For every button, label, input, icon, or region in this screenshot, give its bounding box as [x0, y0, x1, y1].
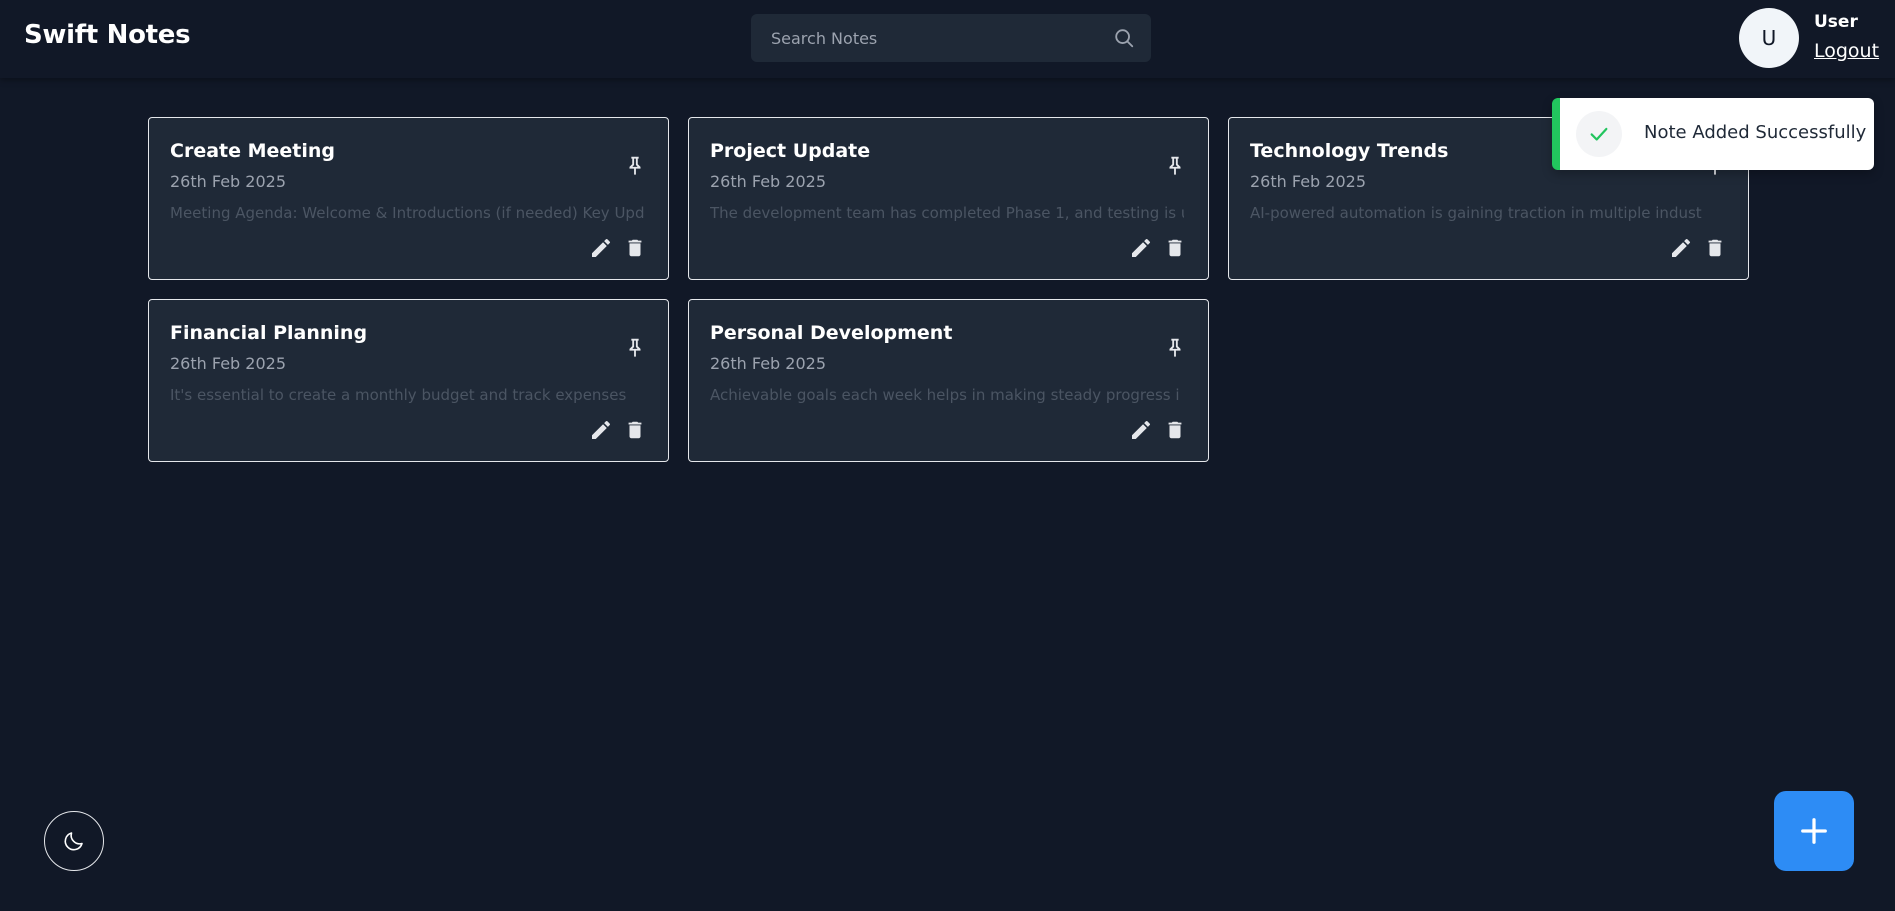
check-icon — [1576, 111, 1622, 157]
pin-icon[interactable] — [1164, 335, 1186, 359]
search-input[interactable] — [751, 14, 1101, 62]
edit-icon[interactable] — [589, 418, 613, 442]
note-card[interactable]: Create Meeting 26th Feb 2025 Meeting Age… — [148, 117, 669, 280]
note-card[interactable]: Project Update 26th Feb 2025 The develop… — [688, 117, 1209, 280]
note-card[interactable]: Personal Development 26th Feb 2025 Achie… — [688, 299, 1209, 462]
delete-icon[interactable] — [1164, 418, 1186, 442]
note-content: It's essential to create a monthly budge… — [170, 386, 627, 404]
delete-icon[interactable] — [1704, 236, 1726, 260]
note-content: The development team has completed Phase… — [710, 204, 1184, 222]
edit-icon[interactable] — [1129, 236, 1153, 260]
note-card[interactable]: Financial Planning 26th Feb 2025 It's es… — [148, 299, 669, 462]
note-date: 26th Feb 2025 — [710, 172, 826, 191]
edit-icon[interactable] — [1669, 236, 1693, 260]
note-title: Create Meeting — [170, 140, 336, 162]
moon-icon — [64, 832, 83, 851]
add-note-button[interactable] — [1774, 791, 1854, 871]
logout-link[interactable]: Logout — [1814, 40, 1879, 62]
note-content: AI-powered automation is gaining tractio… — [1250, 204, 1702, 222]
note-title: Technology Trends — [1250, 140, 1449, 162]
user-name: User — [1814, 12, 1858, 32]
delete-icon[interactable] — [624, 236, 646, 260]
search-icon[interactable] — [1113, 27, 1135, 49]
theme-toggle-button[interactable] — [44, 811, 104, 871]
toast-message: Note Added Successfully — [1644, 122, 1867, 143]
delete-icon[interactable] — [1164, 236, 1186, 260]
note-date: 26th Feb 2025 — [710, 354, 826, 373]
edit-icon[interactable] — [1129, 418, 1153, 442]
pin-icon[interactable] — [624, 153, 646, 177]
pin-icon[interactable] — [1164, 153, 1186, 177]
note-title: Project Update — [710, 140, 871, 162]
delete-icon[interactable] — [624, 418, 646, 442]
search-bar — [751, 14, 1151, 62]
note-title: Financial Planning — [170, 322, 368, 344]
app-title: Swift Notes — [24, 20, 191, 50]
note-date: 26th Feb 2025 — [1250, 172, 1366, 191]
note-content: Meeting Agenda: Welcome & Introductions … — [170, 204, 644, 222]
note-date: 26th Feb 2025 — [170, 172, 286, 191]
top-navbar: Swift Notes U User Logout — [0, 0, 1895, 78]
edit-icon[interactable] — [589, 236, 613, 260]
note-title: Personal Development — [710, 322, 953, 344]
success-toast[interactable]: Note Added Successfully — [1552, 98, 1874, 170]
avatar[interactable]: U — [1739, 8, 1799, 68]
pin-icon[interactable] — [624, 335, 646, 359]
avatar-initial: U — [1761, 26, 1777, 50]
note-content: Achievable goals each week helps in maki… — [710, 386, 1180, 404]
note-date: 26th Feb 2025 — [170, 354, 286, 373]
plus-icon — [1801, 818, 1827, 844]
